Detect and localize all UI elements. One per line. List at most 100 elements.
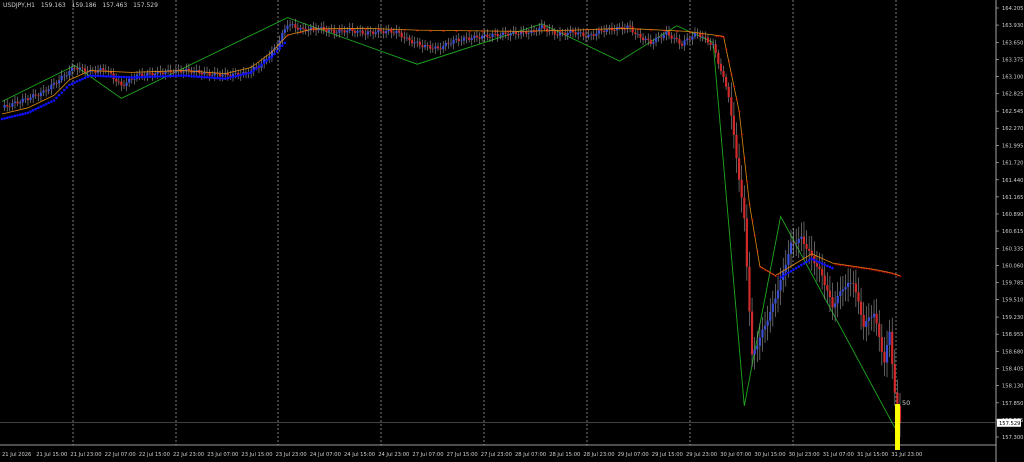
- candle-body-208: [540, 25, 543, 29]
- candle-body-245: [636, 33, 639, 35]
- candle-body-167: [434, 46, 437, 49]
- ma-marker-283: +: [735, 97, 739, 103]
- candle-body-14: [37, 95, 40, 97]
- candle-body-29: [76, 68, 79, 70]
- time-label-17: 28 Jul 23:00: [583, 452, 614, 458]
- ma-marker-135: +: [351, 26, 355, 32]
- ma-marker-195: +: [507, 29, 511, 35]
- candle-body-303: [787, 253, 790, 265]
- candle-body-304: [789, 242, 793, 254]
- candle-body-114: [296, 27, 299, 30]
- candle-body-307: [797, 239, 800, 244]
- ma-dot-59: [153, 75, 157, 78]
- time-label-1: 21 Jul 15:00: [36, 452, 67, 458]
- ma-dot-85: [221, 77, 224, 80]
- candle-body-38: [99, 68, 102, 71]
- ma-marker-160: +: [416, 28, 420, 34]
- candle-body-238: [618, 27, 621, 28]
- candle-body-316: [821, 268, 824, 276]
- candle-body-333: [865, 320, 868, 327]
- ma-dot-56: [146, 75, 149, 79]
- candle-body-277: [719, 63, 723, 72]
- ma-dot-103: [268, 57, 271, 61]
- candle-body-112: [291, 24, 294, 25]
- ma-dot-66: [171, 74, 175, 78]
- ma-dot-94: [244, 72, 248, 75]
- ma-dot-319: [828, 265, 832, 269]
- price-tick-label-25: 157.300: [1002, 435, 1023, 441]
- ma-dot-15: [39, 105, 43, 108]
- ma-dot-54: [140, 75, 144, 79]
- ma-dot-42: [109, 75, 113, 78]
- ma-marker-278: +: [722, 34, 726, 40]
- ma-dot-89: [231, 75, 235, 79]
- candle-body-128: [333, 29, 336, 34]
- candle-body-4: [11, 103, 14, 107]
- candle-body-300: [779, 280, 782, 291]
- ma-marker-250: +: [649, 28, 653, 34]
- time-label-2: 21 Jul 23:00: [70, 452, 101, 458]
- ma-line: [1, 27, 901, 277]
- price-tick-label-7: 162.270: [1002, 126, 1023, 132]
- price-tick-label-18: 159.230: [1002, 315, 1023, 321]
- candle-body-57: [148, 72, 152, 74]
- candle-body-67: [174, 69, 177, 73]
- ma-dot-37: [96, 74, 100, 78]
- ma-dot-34: [88, 74, 92, 77]
- time-label-20: 29 Jul 23:00: [686, 452, 717, 458]
- time-label-24: 31 Jul 07:00: [823, 452, 854, 458]
- ma-dot-45: [117, 75, 121, 79]
- ma-dot-100: [260, 63, 263, 66]
- candle-body-310: [805, 243, 808, 249]
- candle-body-15: [39, 92, 43, 97]
- ma-dot-74: [192, 75, 196, 78]
- candle-body-330: [857, 292, 860, 302]
- ma-dot-63: [164, 74, 167, 78]
- ma-marker-190: +: [494, 29, 498, 35]
- ma-dot-317: [823, 263, 827, 266]
- candle-body-54: [141, 73, 144, 76]
- candle-body-257: [667, 31, 671, 36]
- candle-body-320: [831, 297, 834, 308]
- candle-body-292: [758, 337, 761, 346]
- candle-body-179: [465, 37, 468, 39]
- ma-dot-51: [133, 76, 136, 79]
- ma-dot-50: [130, 76, 134, 79]
- ma-dot-58: [151, 75, 154, 78]
- candle-body-217: [564, 32, 567, 35]
- ma-dot-95: [247, 71, 250, 75]
- ma-dot-18: [47, 101, 51, 105]
- candle-body-254: [660, 37, 663, 39]
- candle-body-81: [211, 75, 214, 76]
- candle-body-305: [792, 242, 795, 244]
- candle-body-137: [356, 30, 359, 33]
- candle-body-311: [808, 248, 811, 251]
- ma-dot-76: [197, 75, 201, 79]
- ma-dot-97: [252, 69, 256, 72]
- ma-marker-210: +: [546, 29, 550, 35]
- ma-dot-48: [125, 75, 128, 79]
- candle-body-229: [595, 33, 598, 36]
- time-label-10: 24 Jul 15:00: [344, 452, 375, 458]
- candle-body-90: [234, 72, 237, 74]
- candle-body-17: [45, 90, 48, 92]
- candle-body-58: [151, 72, 154, 76]
- candle-body-142: [369, 31, 372, 33]
- candle-body-308: [800, 236, 803, 240]
- time-label-13: 27 Jul 15:00: [447, 452, 478, 458]
- candle-body-174: [452, 39, 455, 44]
- candle-body-123: [320, 26, 323, 29]
- ma-dot-104: [270, 55, 274, 59]
- price-chart[interactable]: 164.205 163.930 163.650 163.375 163.100 162.8…: [0, 0, 1024, 462]
- ma-dot-64: [166, 74, 170, 78]
- candle-body-24: [63, 75, 66, 77]
- candle-body-246: [639, 33, 642, 38]
- price-tick-label-8: 161.995: [1002, 143, 1023, 149]
- ma-marker-279: +: [725, 47, 729, 53]
- candle-body-176: [457, 38, 460, 42]
- ma-dot-41: [107, 75, 110, 78]
- ma-dot-62: [161, 74, 165, 78]
- ma-dot-46: [120, 75, 123, 79]
- price-tick-label-1: 163.930: [1002, 23, 1023, 29]
- price-tick-label-20: 158.680: [1002, 349, 1023, 355]
